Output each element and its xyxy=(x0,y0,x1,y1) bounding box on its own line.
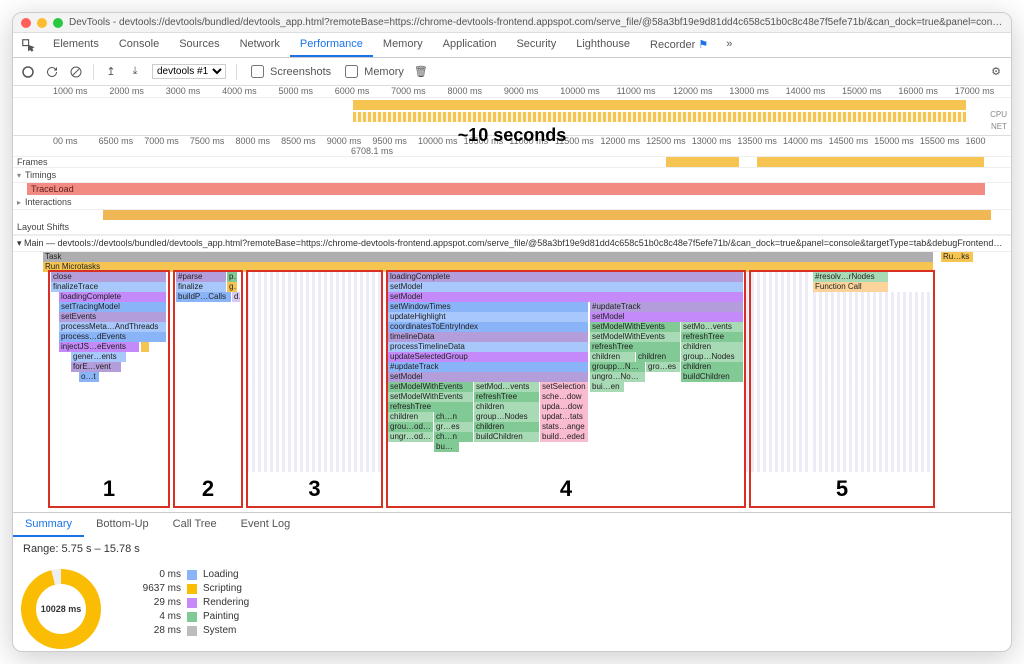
reload-icon[interactable] xyxy=(45,65,59,79)
tab-network[interactable]: Network xyxy=(230,33,290,57)
legend-rendering: 29 msRendering xyxy=(131,597,249,608)
tab-performance[interactable]: Performance xyxy=(290,33,373,57)
memory-checkbox[interactable]: Memory xyxy=(341,62,404,81)
overview-ruler: 1000 ms2000 ms3000 ms4000 ms5000 ms6000 … xyxy=(13,86,1011,98)
summary-legend: 0 msLoading 9637 msScripting 29 msRender… xyxy=(131,569,249,636)
annotation-box-1: 1 xyxy=(48,270,170,508)
summary-donut: 10028 ms xyxy=(21,569,101,649)
summary-range: Range: 5.75 s – 15.78 s xyxy=(13,537,1011,561)
interactions-track-header[interactable]: Interactions xyxy=(13,195,1011,210)
flame-ru-ks[interactable]: Ru…ks xyxy=(941,252,973,262)
net-label: NET xyxy=(991,122,1007,131)
annotation-box-5: 5 xyxy=(749,270,935,508)
upload-icon[interactable]: ↥ xyxy=(104,65,118,79)
settings-gear-icon[interactable]: ⚙ xyxy=(989,65,1003,79)
tab-console[interactable]: Console xyxy=(109,33,169,57)
traffic-light-zoom[interactable] xyxy=(53,18,63,28)
tab-application[interactable]: Application xyxy=(433,33,507,57)
clear-icon[interactable] xyxy=(69,65,83,79)
traffic-light-close[interactable] xyxy=(21,18,31,28)
record-icon[interactable] xyxy=(21,65,35,79)
overview-cpu xyxy=(353,112,966,122)
timings-track-header[interactable]: Timings xyxy=(13,168,1011,183)
layout-shifts-header[interactable]: Layout Shifts xyxy=(13,220,1011,235)
download-icon[interactable]: ⤓ xyxy=(128,65,142,79)
legend-system: 28 msSystem xyxy=(131,625,249,636)
legend-painting: 4 msPainting xyxy=(131,611,249,622)
main-track-header[interactable]: ▾ Main — devtools://devtools/bundled/dev… xyxy=(13,235,1011,252)
overview-activity xyxy=(353,100,966,110)
flame-task[interactable]: Task xyxy=(43,252,933,262)
flame-chart[interactable]: Task Task Ti…ed Ru…ks Run Microtasks clo… xyxy=(13,252,1011,512)
legend-loading: 0 msLoading xyxy=(131,569,249,580)
tab-summary[interactable]: Summary xyxy=(13,513,84,537)
window-titlebar: DevTools - devtools://devtools/bundled/d… xyxy=(13,13,1011,33)
traffic-light-minimize[interactable] xyxy=(37,18,47,28)
trash-icon[interactable]: 🗑 xyxy=(414,65,428,79)
summary-panel: 10028 ms 0 msLoading 9637 msScripting 29… xyxy=(13,561,1011,652)
perf-toolbar: ↥ ⤓ devtools #1 Screenshots Memory 🗑 ⚙ xyxy=(13,58,1011,86)
annotation-box-4: 4 xyxy=(386,270,746,508)
tab-call-tree[interactable]: Call Tree xyxy=(161,513,229,537)
annotation-box-2: 2 xyxy=(173,270,243,508)
frames-track[interactable]: Frames xyxy=(13,156,1011,168)
tab-memory[interactable]: Memory xyxy=(373,33,433,57)
tab-event-log[interactable]: Event Log xyxy=(229,513,303,537)
annotation-text: ~10 seconds xyxy=(458,125,567,146)
panel-tabs: Elements Console Sources Network Perform… xyxy=(13,33,1011,58)
annotation-box-3: 3 xyxy=(246,270,383,508)
tab-recorder[interactable]: Recorder ⚑ xyxy=(640,33,718,57)
tab-bottom-up[interactable]: Bottom-Up xyxy=(84,513,161,537)
tab-sources[interactable]: Sources xyxy=(169,33,229,57)
window-title: DevTools - devtools://devtools/bundled/d… xyxy=(69,17,1003,28)
details-tabs: Summary Bottom-Up Call Tree Event Log xyxy=(13,512,1011,537)
screenshots-checkbox[interactable]: Screenshots xyxy=(247,62,331,81)
summary-total: 10028 ms xyxy=(36,584,86,634)
interactions-bar[interactable] xyxy=(103,210,991,220)
legend-scripting: 9637 msScripting xyxy=(131,583,249,594)
tab-elements[interactable]: Elements xyxy=(43,33,109,57)
tab-lighthouse[interactable]: Lighthouse xyxy=(566,33,640,57)
inspect-icon[interactable] xyxy=(13,33,43,57)
more-tabs-icon[interactable]: » xyxy=(718,33,740,57)
cpu-label: CPU xyxy=(990,110,1007,119)
tab-security[interactable]: Security xyxy=(506,33,566,57)
sessions-select[interactable]: devtools #1 xyxy=(152,64,226,79)
traceload-bar[interactable]: TraceLoad xyxy=(27,183,985,195)
